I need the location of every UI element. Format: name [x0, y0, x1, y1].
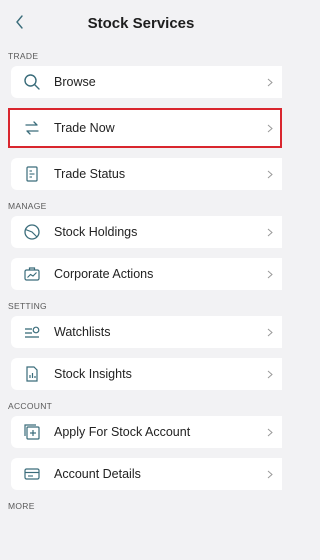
section-label-manage: MANAGE	[8, 201, 47, 211]
chevron-right-icon	[266, 469, 274, 479]
section-manage: MANAGE Stock Holdings Corporate Actions	[0, 196, 282, 296]
menu-item-label: Apply For Stock Account	[54, 425, 191, 439]
chevron-right-icon	[266, 369, 274, 379]
section-label-setting: SETTING	[8, 301, 47, 311]
chevron-right-icon	[266, 327, 274, 337]
menu-item-stock-holdings[interactable]: Stock Holdings	[11, 216, 282, 248]
chevron-right-icon	[266, 427, 274, 437]
page-title: Stock Services	[87, 14, 195, 32]
back-button[interactable]	[10, 12, 30, 32]
menu-item-stock-insights[interactable]: Stock Insights	[11, 358, 282, 390]
chevron-right-icon	[266, 227, 274, 237]
menu-item-label: Trade Status	[54, 167, 126, 181]
menu-item-watchlists[interactable]: Watchlists	[11, 316, 282, 348]
chevron-right-icon	[266, 77, 274, 87]
section-label-account: ACCOUNT	[8, 401, 53, 411]
menu-item-label: Corporate Actions	[54, 267, 154, 281]
briefcase-chart-icon	[22, 264, 42, 284]
menu-item-label: Trade Now	[54, 121, 115, 135]
pie-icon	[22, 222, 42, 242]
menu-item-label: Account Details	[54, 467, 141, 481]
add-account-icon	[22, 422, 42, 442]
watchlist-icon	[22, 322, 42, 342]
search-icon	[22, 72, 42, 92]
swap-icon	[22, 118, 42, 138]
menu-item-browse[interactable]: Browse	[11, 66, 282, 98]
menu-item-label: Stock Insights	[54, 367, 132, 381]
menu-item-label: Browse	[54, 75, 96, 89]
menu-item-account-details[interactable]: Account Details	[11, 458, 282, 490]
menu-item-trade-status[interactable]: Trade Status	[11, 158, 282, 190]
insights-doc-icon	[22, 364, 42, 384]
section-label-more: MORE	[8, 501, 35, 511]
menu-item-corporate-actions[interactable]: Corporate Actions	[11, 258, 282, 290]
section-account: ACCOUNT Apply For Stock Account Account …	[0, 396, 282, 496]
menu-item-label: Stock Holdings	[54, 225, 138, 239]
section-setting: SETTING Watchlists Stock Insights	[0, 296, 282, 396]
menu-item-label: Watchlists	[54, 325, 111, 339]
chevron-left-icon	[16, 15, 23, 29]
menu-item-apply-for-stock-account[interactable]: Apply For Stock Account	[11, 416, 282, 448]
section-more: MORE	[0, 496, 282, 522]
status-doc-icon	[22, 164, 42, 184]
section-trade: TRADE Browse Trade Now Trade Status	[0, 46, 282, 196]
chevron-right-icon	[266, 169, 274, 179]
menu-item-trade-now[interactable]: Trade Now	[8, 108, 282, 148]
section-label-trade: TRADE	[8, 51, 39, 61]
chevron-right-icon	[266, 123, 274, 133]
chevron-right-icon	[266, 269, 274, 279]
card-icon	[22, 464, 42, 484]
header: Stock Services	[0, 0, 282, 46]
